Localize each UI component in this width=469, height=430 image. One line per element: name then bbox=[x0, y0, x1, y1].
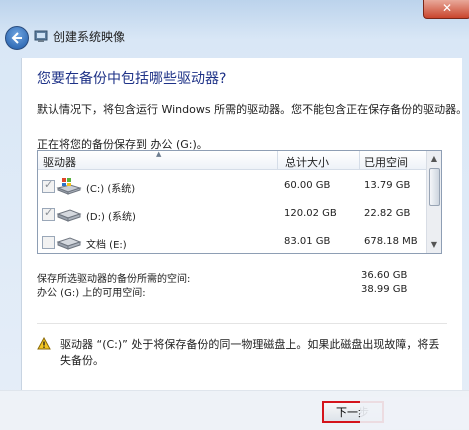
drive-checkbox[interactable] bbox=[42, 206, 55, 221]
windows-drive-icon bbox=[56, 178, 82, 195]
back-button[interactable] bbox=[5, 26, 29, 50]
free-space-label: 办公 (G:) 上的可用空间: bbox=[37, 288, 146, 299]
table-row[interactable]: 文档 (E:) 83.01 GB 678.18 MB bbox=[38, 228, 426, 253]
watermark-overlay bbox=[360, 397, 469, 429]
warning-icon bbox=[37, 337, 51, 350]
drive-used-space: 678.18 MB bbox=[364, 236, 418, 247]
table-row[interactable]: (D:) (系统) 120.02 GB 22.82 GB bbox=[38, 200, 426, 228]
required-space-value: 36.60 GB bbox=[361, 270, 408, 281]
divider bbox=[37, 323, 447, 324]
sort-caret-icon: ▲ bbox=[156, 150, 162, 158]
drive-checkbox[interactable] bbox=[42, 236, 55, 249]
vertical-scrollbar[interactable]: ▲ ▼ bbox=[426, 151, 441, 253]
window-title: 创建系统映像 bbox=[53, 30, 126, 44]
table-header: ▲ 驱动器 总计大小 已用空间 bbox=[38, 151, 426, 170]
description-text: 默认情况下，将包含运行 Windows 所需的驱动器。您不能包含正在保存备份的驱… bbox=[37, 103, 468, 116]
warning-message: 驱动器 “(C:)” 处于将保存备份的同一物理磁盘上。如果此磁盘出现故障，将丢失… bbox=[60, 338, 440, 367]
drive-used-space: 22.82 GB bbox=[364, 208, 411, 219]
column-header-used-space[interactable]: 已用空间 bbox=[364, 154, 408, 170]
scrollbar-thumb[interactable] bbox=[429, 168, 440, 206]
drive-checkbox[interactable] bbox=[42, 178, 55, 193]
drive-name: 文档 (E:) bbox=[86, 240, 127, 251]
back-arrow-icon bbox=[11, 32, 22, 44]
required-space-label: 保存所选驱动器的备份所需的空间: bbox=[37, 274, 191, 285]
drive-total-size: 120.02 GB bbox=[284, 208, 337, 219]
free-space-value: 38.99 GB bbox=[361, 284, 408, 295]
drive-total-size: 83.01 GB bbox=[284, 236, 331, 247]
hard-drive-icon bbox=[56, 237, 82, 250]
column-header-total-size[interactable]: 总计大小 bbox=[285, 154, 329, 170]
close-button[interactable]: ✕ bbox=[423, 0, 469, 19]
page-heading: 您要在备份中包括哪些驱动器? bbox=[37, 71, 227, 87]
drive-name: (D:) (系统) bbox=[86, 212, 136, 223]
close-icon: ✕ bbox=[441, 1, 453, 15]
system-image-icon bbox=[34, 30, 48, 42]
drive-name: (C:) (系统) bbox=[86, 184, 136, 195]
scroll-down-icon[interactable]: ▼ bbox=[427, 237, 441, 252]
scroll-up-icon[interactable]: ▲ bbox=[427, 151, 441, 166]
drive-used-space: 13.79 GB bbox=[364, 180, 411, 191]
hard-drive-icon bbox=[56, 209, 82, 222]
table-row[interactable]: (C:) (系统) 60.00 GB 13.79 GB bbox=[38, 172, 426, 200]
drive-table: ▲ 驱动器 总计大小 已用空间 (C:) (系统) 60.00 GB 13.79… bbox=[37, 150, 442, 254]
drive-total-size: 60.00 GB bbox=[284, 180, 331, 191]
column-header-drive[interactable]: 驱动器 bbox=[43, 154, 76, 170]
